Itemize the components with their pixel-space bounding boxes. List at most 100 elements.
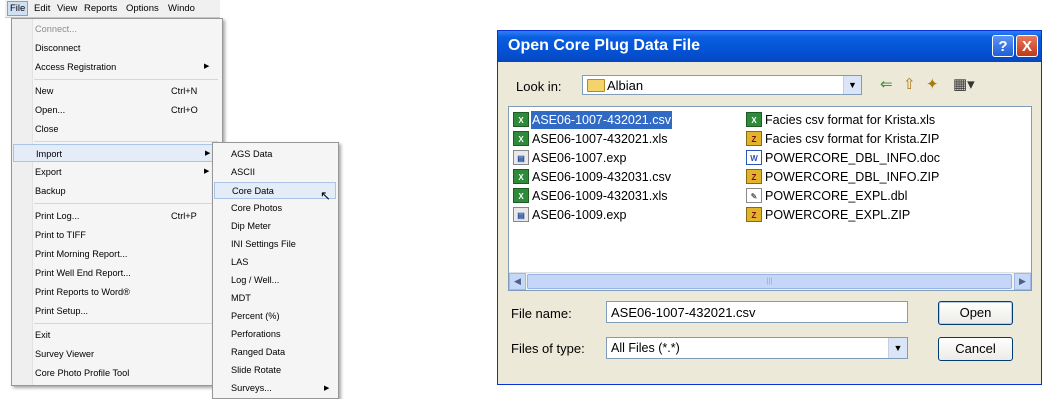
submenu-item-label: Core Data xyxy=(232,186,274,196)
chevron-down-icon[interactable]: ▼ xyxy=(888,338,907,358)
submenu-item-surveys[interactable]: Surveys... ▶ xyxy=(214,380,336,397)
submenu-item-core-data[interactable]: Core Data xyxy=(214,182,336,199)
submenu-item-perforations[interactable]: Perforations xyxy=(214,326,336,343)
menu-separator xyxy=(34,323,218,324)
menu-item-label: Print Morning Report... xyxy=(35,249,128,259)
submenu-item-core-photos[interactable]: Core Photos xyxy=(214,200,336,217)
files-of-type-combobox[interactable]: All Files (*.*) ▼ xyxy=(606,337,908,359)
files-of-type-value: All Files (*.*) xyxy=(611,341,680,355)
dbl-file-icon: ✎ xyxy=(746,188,762,203)
dialog-titlebar[interactable]: Open Core Plug Data File ? X xyxy=(498,31,1041,62)
menu-item-print-morning-report[interactable]: Print Morning Report... xyxy=(13,245,220,263)
menu-item-backup[interactable]: Backup xyxy=(13,182,220,200)
menu-item-label: Access Registration xyxy=(35,62,117,72)
menu-item-label: Disconnect xyxy=(35,43,81,53)
new-folder-icon[interactable]: ✦ xyxy=(926,75,939,93)
menu-item-print-log[interactable]: Print Log... Ctrl+P xyxy=(13,207,220,225)
menu-view[interactable]: View xyxy=(57,3,77,14)
word-file-icon: W xyxy=(746,150,762,165)
menu-item-connect: Connect... xyxy=(13,20,220,38)
horizontal-scrollbar[interactable]: ◀ ||| ▶ xyxy=(509,272,1031,290)
menu-item-label: Core Photo Profile Tool xyxy=(35,368,130,378)
scroll-left-icon[interactable]: ◀ xyxy=(509,273,526,290)
submenu-item-las[interactable]: LAS xyxy=(214,254,336,271)
submenu-item-label: Ranged Data xyxy=(231,347,286,357)
submenu-item-mdt[interactable]: MDT xyxy=(214,290,336,307)
scrollbar-thumb[interactable]: ||| xyxy=(527,274,1012,289)
menu-reports[interactable]: Reports xyxy=(84,3,117,14)
chevron-down-icon[interactable]: ▼ xyxy=(843,76,861,94)
cancel-button[interactable]: Cancel xyxy=(938,337,1013,361)
menu-item-print-well-end-report[interactable]: Print Well End Report... xyxy=(13,264,220,282)
submenu-item-log-well[interactable]: Log / Well... xyxy=(214,272,336,289)
menu-item-shortcut: Ctrl+O xyxy=(171,105,198,115)
menu-item-print-to-tiff[interactable]: Print to TIFF xyxy=(13,226,220,244)
menu-item-label: Print to TIFF xyxy=(35,230,86,240)
submenu-item-label: INI Settings File xyxy=(231,239,296,249)
menu-options[interactable]: Options xyxy=(126,3,159,14)
submenu-item-label: Surveys... xyxy=(231,383,272,393)
menu-item-import[interactable]: Import ▶ xyxy=(13,144,220,162)
file-item-name: ASE06-1009-432031.csv xyxy=(532,170,671,184)
menu-item-print-setup[interactable]: Print Setup... xyxy=(13,302,220,320)
menu-window[interactable]: Windo xyxy=(168,3,195,14)
menu-item-label: Connect... xyxy=(35,24,77,34)
scroll-right-icon[interactable]: ▶ xyxy=(1014,273,1031,290)
menu-item-open[interactable]: Open... Ctrl+O xyxy=(13,101,220,119)
mouse-pointer-icon: ↖ xyxy=(320,188,331,203)
menu-separator xyxy=(34,203,218,204)
menu-item-access-registration[interactable]: Access Registration ▶ xyxy=(13,58,220,76)
submenu-item-ascii[interactable]: ASCII xyxy=(214,164,336,181)
dialog-title: Open Core Plug Data File xyxy=(508,37,701,54)
exp-file-icon: ▤ xyxy=(513,150,529,165)
file-item-name: Facies csv format for Krista.ZIP xyxy=(765,132,940,146)
look-in-combobox[interactable]: Albian ▼ xyxy=(582,75,862,95)
submenu-item-label: Dip Meter xyxy=(231,221,271,231)
menu-item-new[interactable]: New Ctrl+N xyxy=(13,82,220,100)
menu-item-survey-viewer[interactable]: Survey Viewer xyxy=(13,345,220,363)
menu-separator xyxy=(34,79,218,80)
close-button[interactable]: X xyxy=(1016,35,1038,57)
submenu-item-percent[interactable]: Percent (%) xyxy=(214,308,336,325)
submenu-item-ini-settings-file[interactable]: INI Settings File xyxy=(214,236,336,253)
file-item-name: ASE06-1007-432021.xls xyxy=(532,132,668,146)
menu-item-label: Print Well End Report... xyxy=(35,268,131,278)
submenu-item-dip-meter[interactable]: Dip Meter xyxy=(214,218,336,235)
csv-file-icon: X xyxy=(513,169,529,184)
menu-edit[interactable]: Edit xyxy=(34,3,50,14)
menu-item-export[interactable]: Export ▶ xyxy=(13,163,220,181)
menu-item-close[interactable]: Close xyxy=(13,120,220,138)
excel-file-icon: X xyxy=(513,131,529,146)
open-button[interactable]: Open xyxy=(938,301,1013,325)
menu-separator xyxy=(34,141,218,142)
menu-item-disconnect[interactable]: Disconnect xyxy=(13,39,220,57)
menu-item-label: Import xyxy=(36,149,63,159)
file-list: X ASE06-1007-432021.csv X ASE06-1007-432… xyxy=(508,106,1032,291)
file-item-name: ASE06-1007.exp xyxy=(532,151,627,165)
back-arrow-icon[interactable]: ⇐ xyxy=(880,75,893,93)
menu-item-exit[interactable]: Exit xyxy=(13,326,220,344)
submenu-item-label: Core Photos xyxy=(231,203,283,213)
file-menu: Connect... Disconnect Access Registratio… xyxy=(11,18,223,386)
up-folder-icon[interactable]: ⇧ xyxy=(903,75,916,93)
menu-item-core-photo-profile-tool[interactable]: Core Photo Profile Tool xyxy=(13,364,220,382)
open-file-dialog: Open Core Plug Data File ? X Look in: Al… xyxy=(497,30,1042,385)
folder-icon xyxy=(587,79,605,92)
menu-item-shortcut: Ctrl+N xyxy=(171,86,198,96)
menu-item-label: Print Log... xyxy=(35,211,80,221)
view-menu-icon[interactable]: ▦▾ xyxy=(953,75,975,93)
submenu-arrow-icon: ▶ xyxy=(204,168,210,175)
help-button[interactable]: ? xyxy=(992,35,1014,57)
file-name-input[interactable] xyxy=(606,301,908,323)
menu-item-print-reports-to-word[interactable]: Print Reports to Word® xyxy=(13,283,220,301)
submenu-item-slide-rotate[interactable]: Slide Rotate xyxy=(214,362,336,379)
submenu-item-ranged-data[interactable]: Ranged Data xyxy=(214,344,336,361)
submenu-item-ags-data[interactable]: AGS Data xyxy=(214,146,336,163)
menu-item-label: Close xyxy=(35,124,59,134)
submenu-item-label: Log / Well... xyxy=(231,275,280,285)
submenu-item-label: ASCII xyxy=(231,167,255,177)
menu-item-shortcut: Ctrl+P xyxy=(171,211,197,221)
menu-item-label: Backup xyxy=(35,186,66,196)
file-name-label: File name: xyxy=(511,306,572,321)
menu-file[interactable]: File xyxy=(7,1,29,16)
